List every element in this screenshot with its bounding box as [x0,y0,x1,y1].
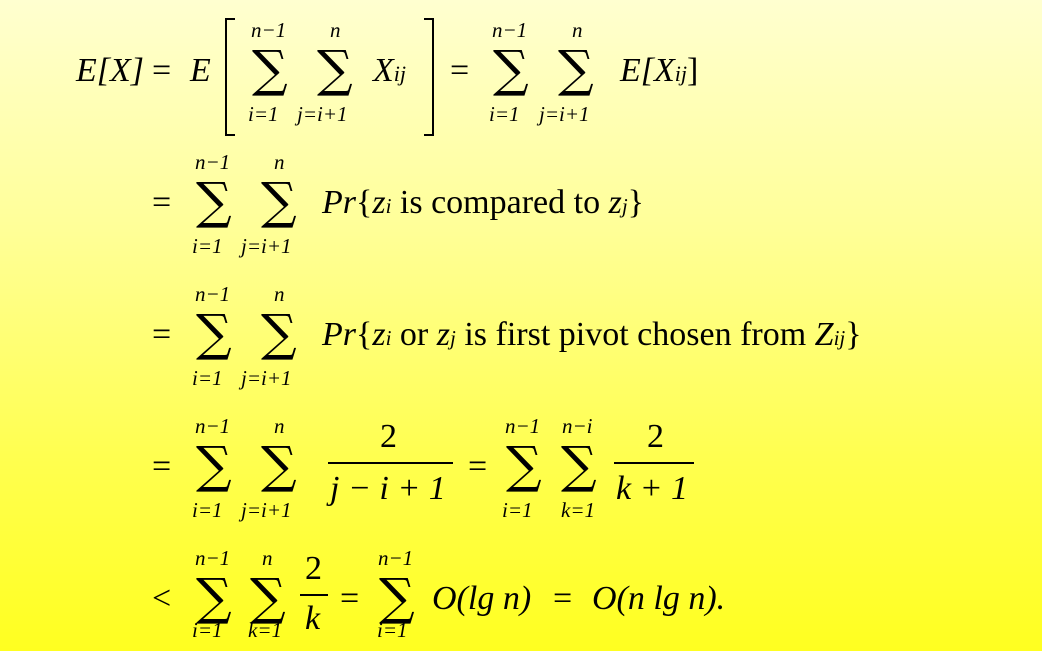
equals-sign: = [152,448,172,485]
equals-sign: = [152,184,172,221]
less-than-sign: < [152,580,172,617]
sigma-symbol: ∑ [252,40,288,98]
sum-lower-limit: j=i+1 [539,102,590,126]
fraction-bar [614,462,694,464]
right-bracket [424,18,434,136]
sigma-symbol: ∑ [250,568,286,626]
big-o-result: O(n lg n). [592,580,726,617]
sigma-symbol: ∑ [317,40,353,98]
sum-lower-limit: i=1 [377,618,408,642]
sum-upper-limit: n−1 [492,18,528,42]
left-bracket [225,18,235,136]
sum-upper-limit: n [572,18,583,42]
sigma-symbol: ∑ [561,436,597,494]
sigma-symbol: ∑ [261,172,297,230]
sigma-symbol: ∑ [196,436,232,494]
big-o-term: O(lg n) [432,580,532,617]
sum-lower-limit: i=1 [192,234,223,258]
sum-upper-limit: n−1 [251,18,287,42]
sum-lower-limit: j=i+1 [241,498,292,522]
lhs-expectation: E[X] [76,52,144,89]
sum-upper-limit: n−1 [195,282,231,306]
sum-upper-limit: n−i [562,414,593,438]
fraction-numerator: 2 [647,418,664,455]
sigma-symbol: ∑ [493,40,529,98]
equals-sign: = [468,448,488,485]
indicator-variable: Xij [373,52,407,89]
sum-upper-limit: n−1 [378,546,414,570]
sum-upper-limit: n−1 [505,414,541,438]
sigma-symbol: ∑ [196,568,232,626]
sum-lower-limit: i=1 [192,366,223,390]
fraction-bar [300,594,328,596]
sum-upper-limit: n−1 [195,150,231,174]
sum-lower-limit: j=i+1 [297,102,348,126]
sum-lower-limit: k=1 [561,498,595,522]
fraction-denominator: k [305,600,321,637]
sigma-symbol: ∑ [379,568,415,626]
sum-lower-limit: i=1 [248,102,279,126]
sum-lower-limit: j=i+1 [241,366,292,390]
sigma-symbol: ∑ [261,436,297,494]
sum-lower-limit: i=1 [489,102,520,126]
probability-expression: Pr{zi is compared to zj} [322,184,644,221]
sum-upper-limit: n−1 [195,414,231,438]
sum-lower-limit: k=1 [248,618,282,642]
sum-lower-limit: i=1 [502,498,533,522]
expectation-term: E[Xij] [620,52,699,89]
expectation-operator: E [190,52,211,89]
sum-lower-limit: j=i+1 [241,234,292,258]
probability-expression: Pr{zi or zj is first pivot chosen from Z… [322,316,862,353]
equals-sign: = [340,580,360,617]
sigma-symbol: ∑ [196,172,232,230]
fraction-denominator: k + 1 [616,470,689,507]
sum-lower-limit: i=1 [192,498,223,522]
sigma-symbol: ∑ [196,304,232,362]
equals-sign: = [450,52,470,89]
sum-upper-limit: n [274,150,285,174]
sum-upper-limit: n [274,414,285,438]
sum-upper-limit: n [330,18,341,42]
equals-sign: = [152,316,172,353]
fraction-bar [328,462,453,464]
equals-sign: = [553,580,573,617]
sigma-symbol: ∑ [558,40,594,98]
sum-upper-limit: n [274,282,285,306]
sigma-symbol: ∑ [506,436,542,494]
fraction-denominator: j − i + 1 [330,470,446,507]
sum-upper-limit: n [262,546,273,570]
sigma-symbol: ∑ [261,304,297,362]
equals-sign: = [152,52,172,89]
sum-lower-limit: i=1 [192,618,223,642]
fraction-numerator: 2 [380,418,397,455]
sum-upper-limit: n−1 [195,546,231,570]
fraction-numerator: 2 [305,550,322,587]
